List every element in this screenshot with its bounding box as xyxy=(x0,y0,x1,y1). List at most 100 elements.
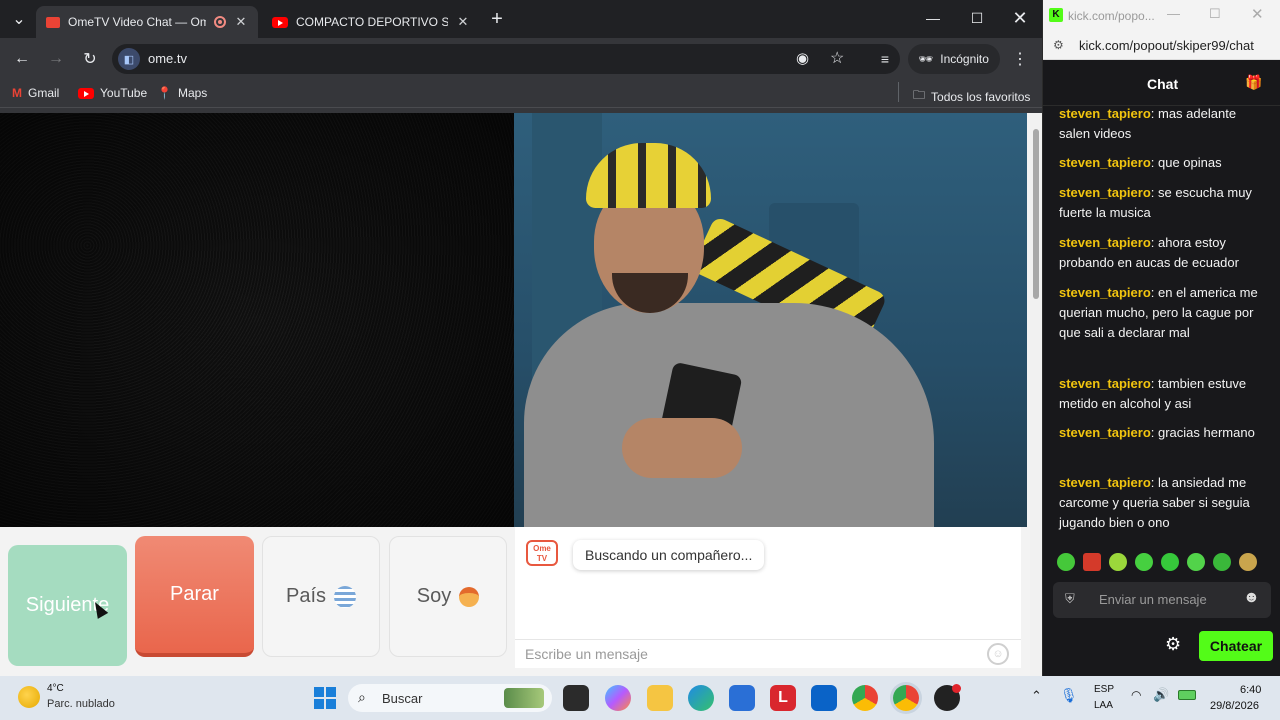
chat-username[interactable]: steven_tapiero xyxy=(1059,155,1151,170)
wifi-icon[interactable]: ◠ xyxy=(1131,688,1141,702)
search-highlight-icon xyxy=(504,688,544,708)
gift-icon[interactable]: 🎁 xyxy=(1245,74,1262,91)
edge-icon[interactable] xyxy=(688,685,714,711)
toolbar: ← → ↻ ◧ ome.tv ◉ ☆ ≡ 🕶 Incógnito ⋮ xyxy=(0,38,1042,80)
chat-username[interactable]: steven_tapiero xyxy=(1059,235,1151,250)
weather-icon[interactable] xyxy=(18,686,40,708)
copilot-icon[interactable] xyxy=(605,685,631,711)
battery-icon[interactable] xyxy=(1178,690,1196,700)
forward-icon[interactable]: → xyxy=(43,46,69,72)
microphone-icon[interactable]: 🎙 xyxy=(1060,687,1078,704)
country-button[interactable]: País xyxy=(262,536,380,657)
emoji-icon[interactable]: ☺ xyxy=(987,643,1009,665)
close-window-icon[interactable]: ✕ xyxy=(1251,5,1264,23)
gender-button[interactable]: Soy xyxy=(389,536,507,657)
tab-youtube[interactable]: COMPACTO DEPORTIVO STIVEN ✕ xyxy=(262,6,480,38)
emote-icon[interactable] xyxy=(1135,553,1153,571)
uruguay-flag-icon xyxy=(334,585,357,608)
scroll-thumb[interactable] xyxy=(1033,129,1039,299)
page-scrollbar[interactable] xyxy=(1030,113,1042,676)
chrome-active-icon[interactable] xyxy=(893,685,919,711)
outlook-icon[interactable] xyxy=(811,685,837,711)
tab-ometv[interactable]: OmeTV Video Chat — Ome ✕ xyxy=(36,6,258,38)
windows-start-icon[interactable] xyxy=(314,687,336,709)
kick-message-input[interactable]: ⛨ Enviar un mensaje ☻ xyxy=(1053,582,1271,618)
bookmark-youtube[interactable]: YouTube xyxy=(78,86,147,100)
weather-desc[interactable]: Parc. nublado xyxy=(47,698,115,710)
new-tab-icon[interactable]: + xyxy=(484,6,510,32)
chat-message: steven_tapiero: ahora estoy probando en … xyxy=(1059,235,1239,270)
tab-search-icon[interactable]: ⌄ xyxy=(6,6,32,32)
gmail-icon: M xyxy=(12,86,22,100)
stop-label: Parar xyxy=(170,583,219,605)
emote-icon[interactable] xyxy=(1213,553,1231,571)
chat-username[interactable]: steven_tapiero xyxy=(1059,425,1151,440)
weather-temp[interactable]: 4°C xyxy=(47,683,64,694)
bookmark-maps[interactable]: 📍 Maps xyxy=(157,86,207,100)
taskbar-search[interactable]: ⌕ Buscar xyxy=(348,684,552,712)
site-info-icon[interactable]: ◧ xyxy=(118,48,140,70)
chat-username[interactable]: steven_tapiero xyxy=(1059,475,1151,490)
menu-icon[interactable]: ⋮ xyxy=(1007,46,1033,72)
url-text[interactable]: ome.tv xyxy=(148,51,187,66)
close-window-icon[interactable]: ✕ xyxy=(998,0,1042,36)
minimize-icon[interactable]: — xyxy=(911,0,955,36)
chat-username[interactable]: steven_tapiero xyxy=(1059,106,1151,121)
chatear-button[interactable]: Chatear xyxy=(1199,631,1273,661)
emote-icon[interactable] xyxy=(1083,553,1101,571)
search-placeholder: Buscar xyxy=(382,691,423,706)
bookmark-label: YouTube xyxy=(100,86,148,100)
next-button[interactable]: Siguiente xyxy=(8,545,127,666)
l-app-icon[interactable]: L xyxy=(770,685,796,711)
language-code[interactable]: ESP xyxy=(1094,684,1114,695)
country-label: País xyxy=(285,585,327,607)
all-bookmarks[interactable]: 🗀 Todos los favoritos xyxy=(913,86,1030,107)
task-view-icon[interactable] xyxy=(563,685,589,711)
incognito-badge[interactable]: 🕶 Incógnito xyxy=(908,44,1000,74)
eye-off-icon[interactable]: ◉ xyxy=(796,49,809,67)
keyboard-layout[interactable]: LAA xyxy=(1094,700,1113,711)
address-bar[interactable]: ◧ ome.tv ◉ ☆ xyxy=(112,44,900,74)
chat-message: steven_tapiero: la ansiedad me carcome y… xyxy=(1059,475,1250,530)
stop-button[interactable]: Parar xyxy=(135,536,254,657)
chat-message: steven_tapiero: que opinas xyxy=(1059,155,1222,170)
emote-icon[interactable] xyxy=(1239,553,1257,571)
star-icon[interactable]: ☆ xyxy=(830,48,844,68)
ometv-page: Siguiente Parar País Soy Ome TV Buscando… xyxy=(0,113,1030,676)
chat-text: que opinas xyxy=(1158,155,1222,170)
incognito-label: Incógnito xyxy=(940,52,989,66)
emoji-icon[interactable]: ☻ xyxy=(1243,589,1260,607)
volume-icon[interactable]: 🔊 xyxy=(1153,687,1169,703)
bookmark-label: Gmail xyxy=(28,86,60,100)
chat-username[interactable]: steven_tapiero xyxy=(1059,185,1151,200)
close-tab-icon[interactable]: ✕ xyxy=(456,14,470,30)
settings-gear-icon[interactable]: ⚙ xyxy=(1165,634,1181,655)
minimize-icon[interactable]: — xyxy=(1167,6,1180,21)
store-icon[interactable] xyxy=(729,685,755,711)
file-explorer-icon[interactable] xyxy=(647,685,673,711)
emote-icon[interactable] xyxy=(1109,553,1127,571)
status-message: Buscando un compañero... xyxy=(573,540,765,570)
clock-date[interactable]: 29/8/2026 xyxy=(1210,700,1259,712)
close-tab-icon[interactable]: ✕ xyxy=(234,14,248,30)
clock-time[interactable]: 6:40 xyxy=(1240,684,1261,696)
back-icon[interactable]: ← xyxy=(9,46,35,72)
emote-icon[interactable] xyxy=(1057,553,1075,571)
reload-icon[interactable]: ↻ xyxy=(77,46,103,72)
maximize-icon[interactable]: ☐ xyxy=(1209,6,1221,22)
maximize-icon[interactable]: ☐ xyxy=(955,0,999,36)
bookmark-label: Maps xyxy=(177,86,208,100)
chrome-icon[interactable] xyxy=(852,685,878,711)
message-input[interactable]: Escribe un mensaje ☺ xyxy=(515,639,1021,668)
bookmark-gmail[interactable]: M Gmail xyxy=(12,86,59,100)
chat-title: Chat xyxy=(1147,76,1179,92)
chat-message: steven_tapiero: se escucha muy fuerte la… xyxy=(1059,185,1252,220)
emote-icon[interactable] xyxy=(1161,553,1179,571)
kick-input-placeholder: Enviar un mensaje xyxy=(1099,592,1207,607)
site-settings-icon[interactable]: ⚙ xyxy=(1053,38,1064,52)
media-controls-icon[interactable]: ≡ xyxy=(872,46,898,72)
chevron-up-icon[interactable]: ⌃ xyxy=(1031,688,1042,704)
chat-username[interactable]: steven_tapiero xyxy=(1059,285,1151,300)
emote-icon[interactable] xyxy=(1187,553,1205,571)
chat-username[interactable]: steven_tapiero xyxy=(1059,376,1151,391)
